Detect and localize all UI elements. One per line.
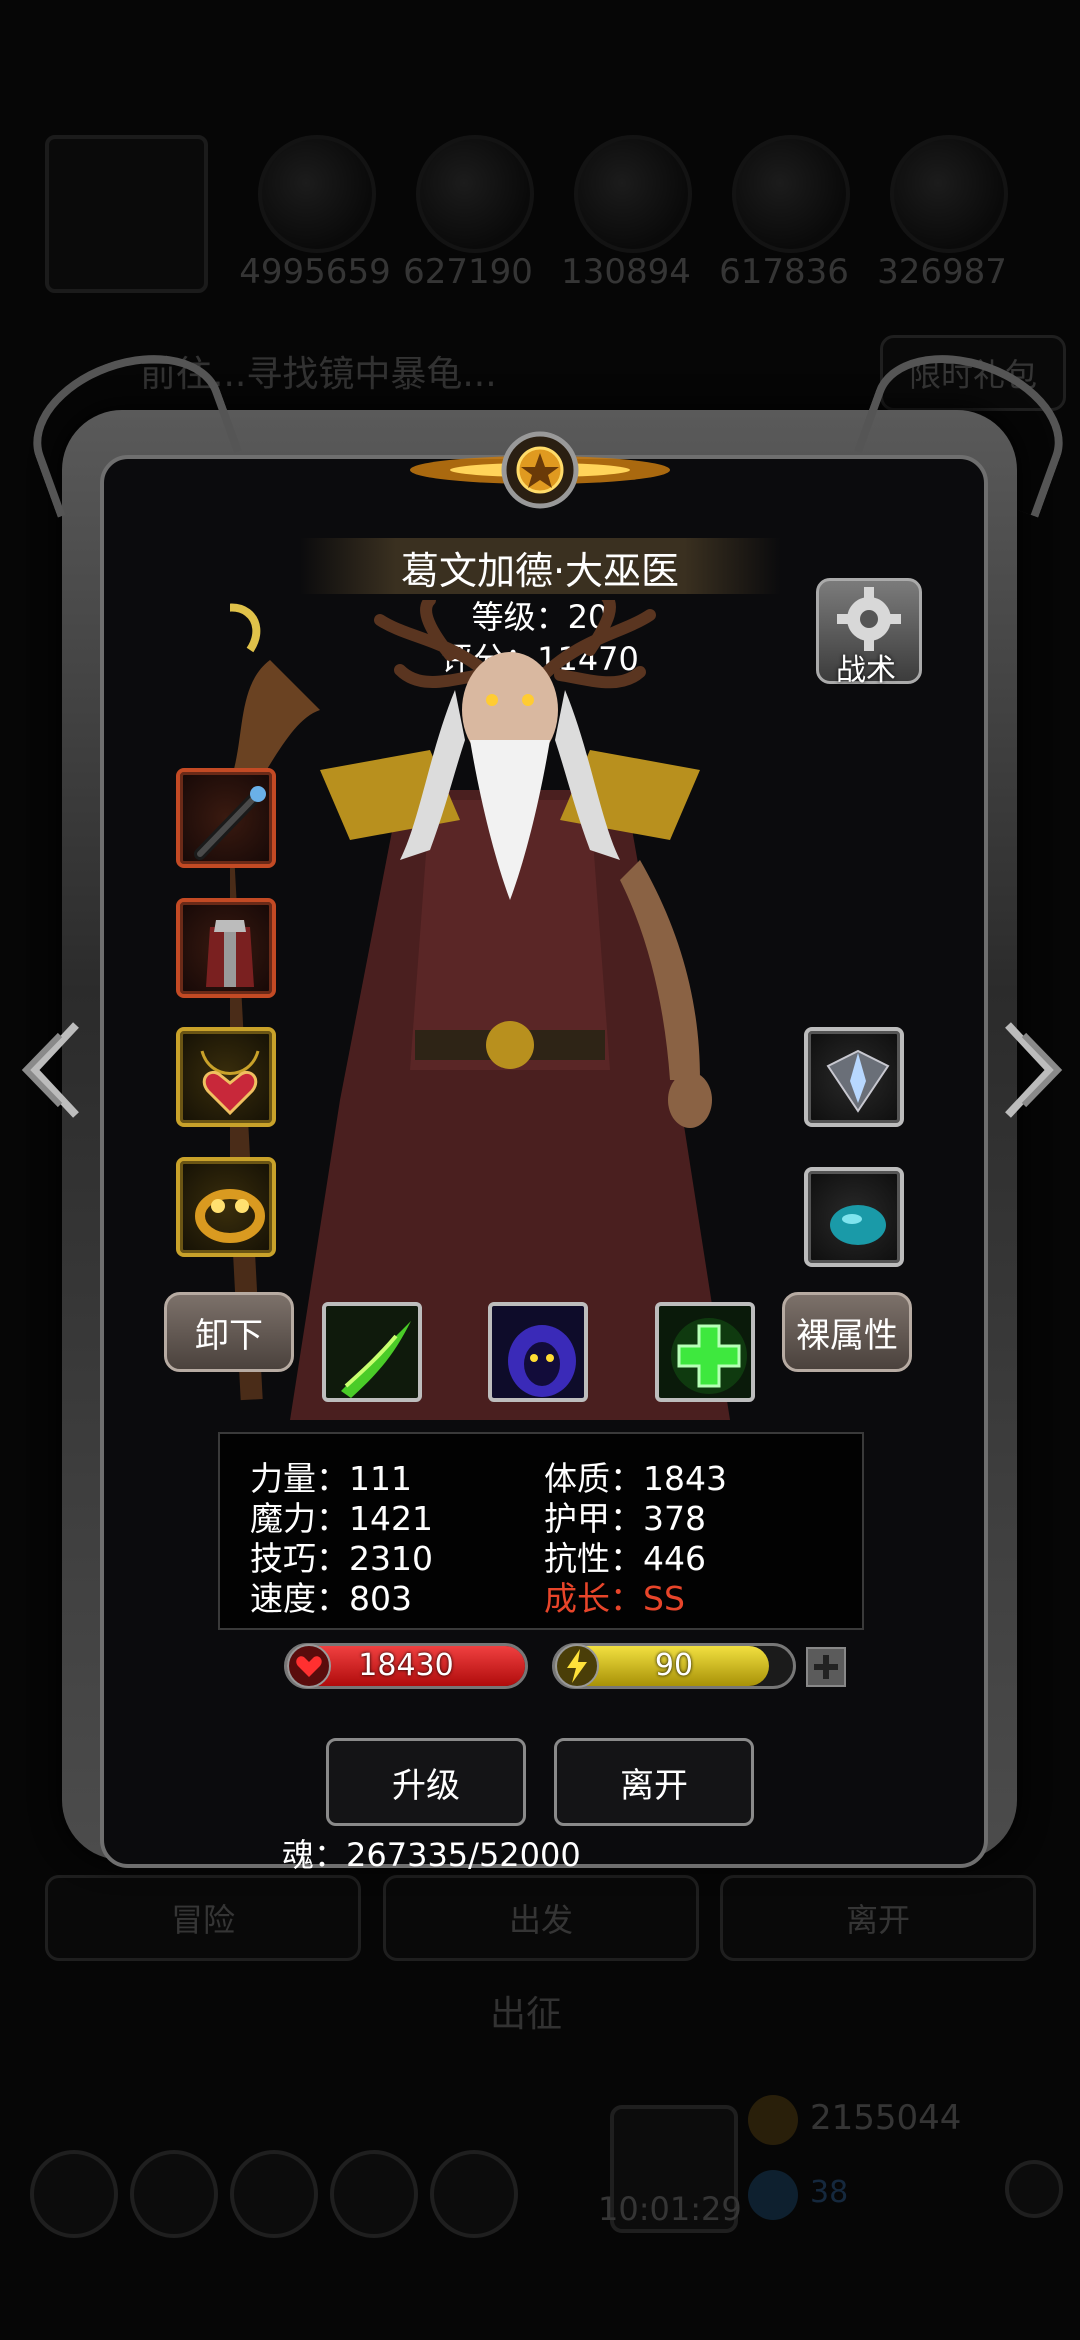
equip-slot-necklace[interactable] bbox=[176, 1027, 276, 1127]
nav-depart: 出发 bbox=[383, 1875, 699, 1961]
stat-growth: 成长：SS bbox=[544, 1572, 685, 1620]
lightning-icon bbox=[555, 1644, 599, 1688]
equip-slot-gem[interactable] bbox=[804, 1167, 904, 1267]
unequip-button[interactable]: 卸下 bbox=[164, 1292, 294, 1372]
menu-icon bbox=[30, 2150, 118, 2238]
menu-icon bbox=[130, 2150, 218, 2238]
add-icon bbox=[1005, 2160, 1063, 2218]
avatar bbox=[45, 135, 208, 293]
equip-slot-emblem[interactable] bbox=[804, 1027, 904, 1127]
add-energy-button[interactable] bbox=[806, 1647, 846, 1687]
growth-label: 成长： bbox=[544, 1579, 643, 1618]
skill-slot-2[interactable] bbox=[488, 1302, 588, 1402]
next-hero-arrow[interactable] bbox=[990, 1015, 1070, 1125]
resource-icon bbox=[732, 135, 850, 253]
hero-name: 葛文加德·大巫医 bbox=[400, 549, 680, 593]
nav-adventure: 冒险 bbox=[45, 1875, 361, 1961]
tactic-label[interactable]: 战术 bbox=[816, 645, 916, 689]
resource-value: 4995659 bbox=[239, 252, 391, 292]
menu-icon bbox=[230, 2150, 318, 2238]
emblem-icon bbox=[410, 431, 670, 509]
upgrade-button[interactable]: 升级 bbox=[326, 1738, 526, 1826]
gem-icon bbox=[748, 2170, 798, 2220]
gold-icon bbox=[748, 2095, 798, 2145]
clock: 10:01:29 bbox=[598, 2190, 742, 2228]
armor-icon bbox=[206, 920, 254, 987]
shadow-beast-icon bbox=[508, 1325, 576, 1397]
leave-button[interactable]: 离开 bbox=[554, 1738, 754, 1826]
equip-slot-ring[interactable] bbox=[176, 1157, 276, 1257]
skill-slot-1[interactable] bbox=[322, 1302, 422, 1402]
gold-count: 2155044 bbox=[810, 2098, 962, 2138]
prev-hero-arrow[interactable] bbox=[14, 1015, 94, 1125]
heal-cross-icon bbox=[671, 1318, 747, 1394]
soul-counter: 魂：267335/52000 bbox=[282, 1836, 581, 1874]
resource-icon bbox=[890, 135, 1008, 253]
resource-value: 130894 bbox=[561, 252, 691, 292]
resource-value: 617836 bbox=[719, 252, 849, 292]
crystal-emblem-icon bbox=[826, 1049, 890, 1113]
resource-value: 326987 bbox=[877, 252, 1007, 292]
section-title: 出征 bbox=[490, 1994, 563, 2035]
heart-pendant-icon bbox=[200, 1050, 260, 1116]
equip-slot-weapon[interactable] bbox=[176, 768, 276, 868]
growth-value: SS bbox=[643, 1579, 685, 1618]
base-attributes-button[interactable]: 裸属性 bbox=[782, 1292, 912, 1372]
heart-icon bbox=[287, 1644, 331, 1688]
resource-icon bbox=[416, 135, 534, 253]
resource-icon bbox=[574, 135, 692, 253]
skill-slot-3[interactable] bbox=[655, 1302, 755, 1402]
resource-value: 627190 bbox=[403, 252, 533, 292]
menu-icon bbox=[330, 2150, 418, 2238]
hero-portrait bbox=[230, 600, 730, 1420]
menu-icon bbox=[430, 2150, 518, 2238]
ring-icon bbox=[195, 1189, 265, 1243]
gem-count: 38 bbox=[810, 2175, 849, 2210]
nav-leave: 离开 bbox=[720, 1875, 1036, 1961]
gem-icon bbox=[830, 1205, 886, 1245]
resource-icon bbox=[258, 135, 376, 253]
plus-icon bbox=[814, 1655, 838, 1679]
wand-icon bbox=[194, 786, 266, 860]
green-slash-icon bbox=[341, 1321, 411, 1398]
equip-slot-armor[interactable] bbox=[176, 898, 276, 998]
stat-speed: 速度：803 bbox=[250, 1579, 412, 1618]
